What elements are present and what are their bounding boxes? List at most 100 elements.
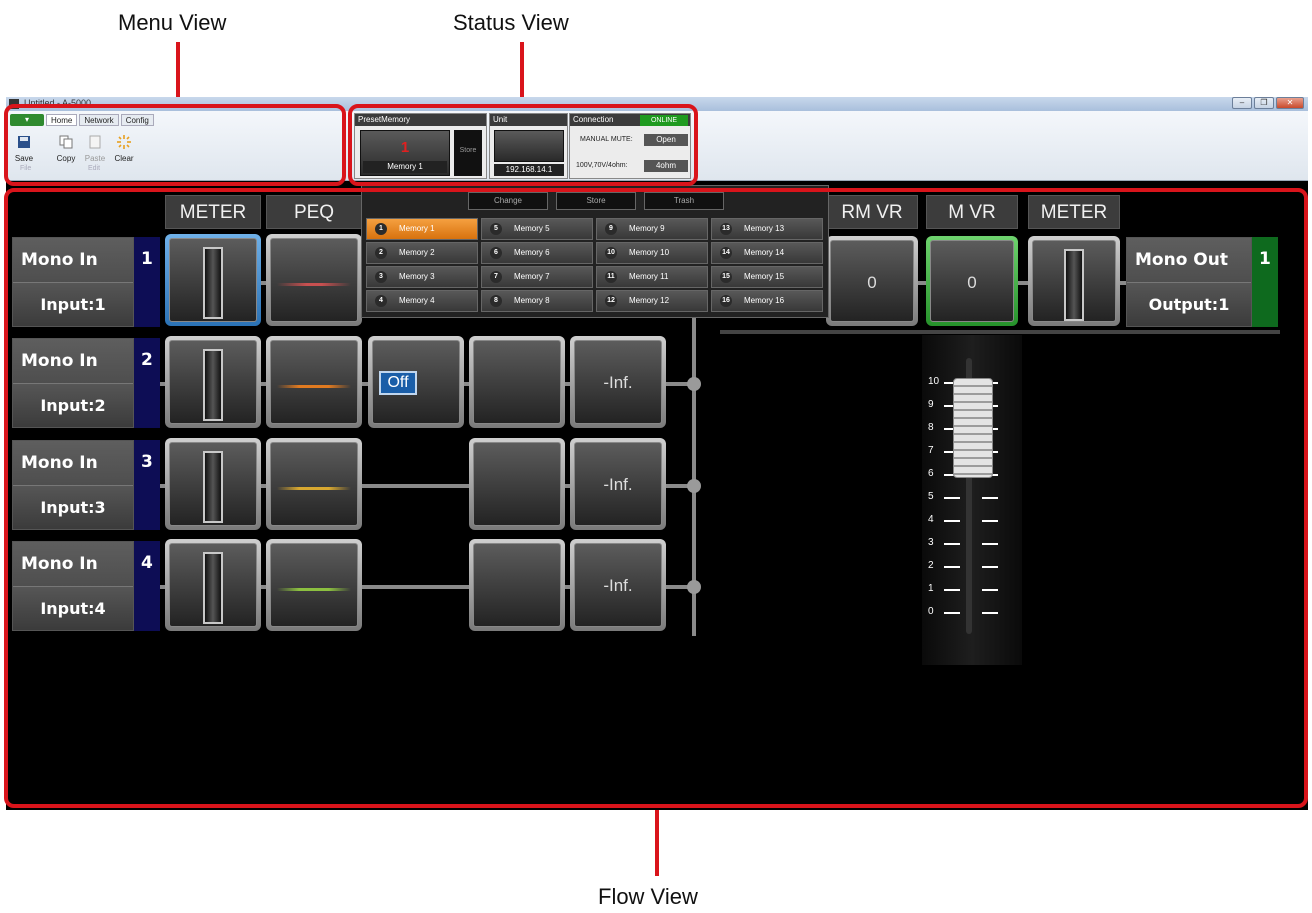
manual-mute-label: MANUAL MUTE:	[580, 136, 633, 143]
restore-button[interactable]: ❐	[1254, 97, 1274, 109]
trash-button[interactable]: Trash	[644, 192, 724, 210]
save-button[interactable]: Save	[10, 135, 38, 163]
fader-tick-label: 4	[928, 514, 934, 525]
input-4-block[interactable]	[469, 539, 565, 631]
input-row-1-label[interactable]: Mono In Input:1	[12, 237, 134, 327]
memory-number: 9	[605, 223, 617, 235]
input-2-meter[interactable]	[165, 336, 261, 428]
input-1-number: 1	[134, 237, 160, 327]
memory-item[interactable]: 5 Memory 5	[481, 218, 593, 240]
memory-item[interactable]: 14 Memory 14	[711, 242, 823, 264]
fader-tick	[982, 589, 998, 591]
memory-item[interactable]: 11 Memory 11	[596, 266, 708, 288]
memory-item[interactable]: 2 Memory 2	[366, 242, 478, 264]
input-row-2-label[interactable]: Mono In Input:2	[12, 338, 134, 428]
input-4-level[interactable]: -Inf.	[570, 539, 666, 631]
memory-number: 15	[720, 271, 732, 283]
fader-tick	[982, 566, 998, 568]
output-separator	[720, 330, 1280, 334]
memory-item[interactable]: 8 Memory 8	[481, 290, 593, 312]
menu-view-callout: Menu View	[118, 10, 227, 35]
paste-label: Paste	[84, 154, 106, 163]
input-2-level[interactable]: -Inf.	[570, 336, 666, 428]
memory-item[interactable]: 15 Memory 15	[711, 266, 823, 288]
memory-item[interactable]: 1 Memory 1	[366, 218, 478, 240]
input-3-block[interactable]	[469, 438, 565, 530]
store-button[interactable]: Store	[556, 192, 636, 210]
input-3-meter[interactable]	[165, 438, 261, 530]
memory-item[interactable]: 4 Memory 4	[366, 290, 478, 312]
master-fader-knob[interactable]	[953, 378, 993, 478]
memory-item[interactable]: 7 Memory 7	[481, 266, 593, 288]
header-meter-out: METER	[1028, 195, 1120, 229]
memory-item[interactable]: 9 Memory 9	[596, 218, 708, 240]
minimize-button[interactable]: –	[1232, 97, 1252, 109]
memory-item[interactable]: 12 Memory 12	[596, 290, 708, 312]
group-label-file: File	[20, 165, 32, 172]
fader-tick	[982, 497, 998, 499]
memory-item[interactable]: 3 Memory 3	[366, 266, 478, 288]
meter-bar	[203, 349, 223, 421]
paste-icon	[89, 135, 101, 149]
input-2-peq[interactable]	[266, 336, 362, 428]
memory-label: Memory 3	[399, 272, 435, 281]
input-row-4-label[interactable]: Mono In Input:4	[12, 541, 134, 631]
gate-off-button[interactable]: Off	[379, 371, 417, 395]
tab-home[interactable]: Home	[46, 114, 78, 126]
input-4-meter[interactable]	[165, 539, 261, 631]
input-1-peq[interactable]	[266, 234, 362, 326]
close-button[interactable]: ✕	[1276, 97, 1304, 109]
preset-memory-display[interactable]: 1 Memory 1	[360, 130, 450, 176]
change-button[interactable]: Change	[468, 192, 548, 210]
level-value: -Inf.	[603, 373, 633, 392]
memory-number: 11	[605, 271, 617, 283]
memory-item[interactable]: 16 Memory 16	[711, 290, 823, 312]
input-1-meter[interactable]	[165, 234, 261, 326]
input-2-block[interactable]	[469, 336, 565, 428]
memory-label: Memory 16	[744, 296, 785, 305]
peq-curve	[277, 385, 351, 388]
preset-memory-dropdown: Change Store Trash 1 Memory 1 2 Memory 2 3 Me…	[361, 185, 829, 318]
input-4-name: Mono In	[21, 554, 98, 574]
paste-button[interactable]: Paste	[81, 135, 109, 163]
peq-curve	[277, 588, 351, 591]
app-menu-button[interactable]: ▾	[10, 114, 44, 126]
input-row-3-label[interactable]: Mono In Input:3	[12, 440, 134, 530]
copy-button[interactable]: Copy	[52, 135, 80, 163]
fader-tick	[944, 589, 960, 591]
memory-label: Memory 2	[399, 248, 435, 257]
input-2-name: Mono In	[21, 351, 98, 371]
memory-item[interactable]: 10 Memory 10	[596, 242, 708, 264]
fader-tick-label: 7	[928, 445, 934, 456]
input-3-peq[interactable]	[266, 438, 362, 530]
clear-button[interactable]: Clear	[110, 135, 138, 163]
meter-bar	[203, 451, 223, 523]
tab-network[interactable]: Network	[79, 114, 119, 126]
output-meter[interactable]	[1028, 236, 1120, 326]
online-status: ONLINE	[640, 115, 688, 126]
tab-config[interactable]: Config	[120, 114, 154, 126]
rm-vr-block[interactable]: 0	[826, 236, 918, 326]
input-3-level[interactable]: -Inf.	[570, 438, 666, 530]
memory-item[interactable]: 6 Memory 6	[481, 242, 593, 264]
preset-memory-header: PresetMemory	[355, 114, 486, 126]
m-vr-block[interactable]: 0	[926, 236, 1018, 326]
fader-tick-label: 3	[928, 537, 934, 548]
unit-panel: Unit 192.168.14.1	[489, 113, 568, 179]
memory-label: Memory 15	[744, 272, 785, 281]
fader-tick	[944, 497, 960, 499]
output-row-label[interactable]: Mono Out Output:1	[1126, 237, 1252, 327]
input-2-gate[interactable]: Off	[368, 336, 464, 428]
input-4-peq[interactable]	[266, 539, 362, 631]
preset-store-button[interactable]: Store	[454, 130, 482, 176]
preset-memory-panel: PresetMemory 1 Memory 1 Store	[354, 113, 487, 179]
memory-label: Memory 11	[629, 272, 669, 281]
memory-label: Memory 5	[514, 224, 550, 233]
input-3-port: Input:3	[13, 485, 133, 529]
fader-tick-label: 8	[928, 422, 934, 433]
row-2-junction	[687, 377, 701, 391]
fader-tick	[944, 612, 960, 614]
meter-bar	[203, 247, 223, 319]
memory-number: 3	[375, 271, 387, 283]
memory-item[interactable]: 13 Memory 13	[711, 218, 823, 240]
